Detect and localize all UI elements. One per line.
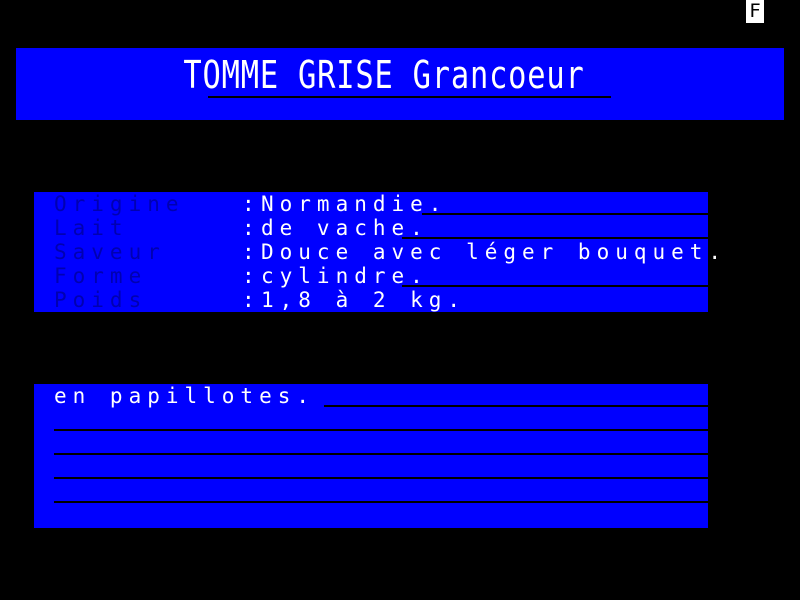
notes-rule — [54, 429, 708, 431]
detail-row-poids: Poids : 1,8 à 2 kg. — [34, 288, 708, 312]
detail-colon: : — [242, 240, 255, 264]
detail-label: Forme — [54, 264, 148, 288]
detail-value: Normandie. — [261, 192, 448, 216]
detail-row-saveur: Saveur : Douce avec léger bouquet. — [34, 240, 721, 264]
detail-colon: : — [242, 216, 255, 240]
detail-colon: : — [242, 288, 255, 312]
detail-label: Lait — [54, 216, 129, 240]
detail-row-origine: Origine : Normandie. — [34, 192, 708, 216]
detail-rule — [402, 237, 708, 239]
notes-rule — [54, 501, 708, 503]
title-underline — [208, 96, 611, 98]
notes-rule — [54, 453, 708, 455]
notes-block: en papillotes. — [34, 384, 708, 528]
cheese-details: Origine : Normandie. Lait : de vache. Sa… — [34, 192, 721, 312]
detail-label: Saveur — [54, 240, 166, 264]
detail-row-lait: Lait : de vache. — [34, 216, 708, 240]
detail-value: 1,8 à 2 kg. — [261, 288, 467, 312]
detail-label: Poids — [54, 288, 148, 312]
detail-row-forme: Forme : cylindre. — [34, 264, 708, 288]
detail-colon: : — [242, 264, 255, 288]
detail-value: Douce avec léger bouquet. — [261, 240, 728, 264]
notes-line: en papillotes. — [54, 384, 316, 408]
notes-rule — [324, 405, 708, 407]
detail-rule — [402, 285, 708, 287]
detail-label: Origine — [54, 192, 185, 216]
page-indicator: F — [746, 0, 764, 23]
page-title: TOMME GRISE Grancoeur — [183, 53, 585, 97]
notes-rule — [54, 477, 708, 479]
detail-rule — [422, 213, 708, 215]
detail-colon: : — [242, 192, 255, 216]
